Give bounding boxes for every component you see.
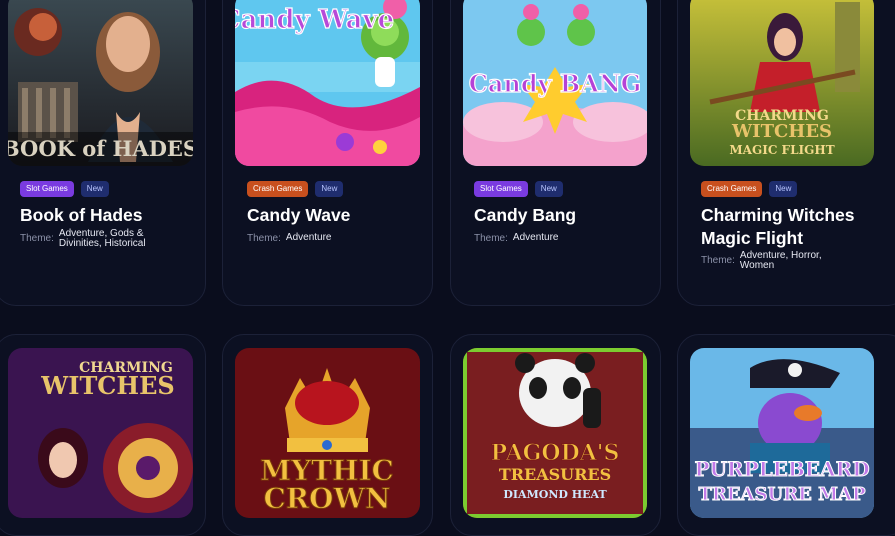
purplebeard-art: PURPLEBEARD TREASURE MAP — [690, 348, 874, 518]
new-badge: New — [534, 181, 563, 197]
game-thumbnail-mythic-crown[interactable]: MYTHIC CROWN — [235, 348, 420, 518]
theme-value: Adventure, Gods & Divinities, Historical — [58, 228, 146, 249]
card-tags: Slot Games New — [474, 181, 563, 197]
game-title[interactable]: Book of Hades — [20, 204, 200, 227]
game-thumbnail-charming-witches[interactable]: CHARMING WITCHES — [8, 348, 193, 518]
game-title[interactable]: Charming Witches Magic Flight — [701, 204, 881, 250]
svg-text:TREASURES: TREASURES — [499, 465, 611, 484]
card-tags: Crash Games New — [247, 181, 344, 197]
game-thumbnail-charming-witches-magic-flight[interactable]: CHARMING WITCHES MAGIC FLIGHT — [690, 0, 874, 166]
svg-text:CROWN: CROWN — [264, 482, 391, 515]
svg-text:TREASURE MAP: TREASURE MAP — [698, 484, 866, 505]
new-badge: New — [769, 181, 798, 197]
svg-text:Candy Wave: Candy Wave — [235, 5, 394, 35]
game-theme: Theme: Adventure, Horror, Women — [701, 250, 830, 271]
svg-text:Candy BANG: Candy BANG — [469, 69, 642, 98]
theme-label: Theme: — [247, 233, 281, 244]
theme-label: Theme: — [701, 255, 735, 266]
game-thumbnail-candy-wave[interactable]: Candy Wave — [235, 0, 420, 166]
candy-wave-art: Candy Wave — [235, 0, 420, 166]
game-theme: Theme: Adventure — [474, 229, 559, 244]
theme-label: Theme: — [474, 233, 508, 244]
book-of-hades-art: BOOK of HADES — [8, 0, 193, 166]
mythic-crown-art: MYTHIC CROWN — [235, 348, 420, 518]
game-title[interactable]: Candy Bang — [474, 204, 654, 227]
card-tags: Crash Games New — [701, 181, 798, 197]
category-tag[interactable]: Slot Games — [20, 181, 74, 197]
theme-value: Adventure — [285, 232, 332, 243]
svg-text:DIAMOND HEAT: DIAMOND HEAT — [503, 488, 607, 501]
game-thumbnail-candy-bang[interactable]: Candy BANG — [463, 0, 647, 166]
game-title[interactable]: Candy Wave — [247, 204, 427, 227]
svg-text:BOOK of HADES: BOOK of HADES — [8, 136, 193, 161]
svg-text:WITCHES: WITCHES — [731, 121, 832, 142]
category-tag[interactable]: Slot Games — [474, 181, 528, 197]
pagodas-treasures-art: PAGODA'S TREASURES DIAMOND HEAT — [463, 348, 647, 518]
theme-value: Adventure, Horror, Women — [739, 250, 822, 271]
game-thumbnail-pagodas-treasures[interactable]: PAGODA'S TREASURES DIAMOND HEAT — [463, 348, 647, 518]
game-theme: Theme: Adventure — [247, 229, 332, 244]
game-theme: Theme: Adventure, Gods & Divinities, His… — [20, 228, 159, 249]
card-tags: Slot Games New — [20, 181, 109, 197]
new-badge: New — [315, 181, 344, 197]
theme-value: Adventure — [512, 232, 559, 243]
candy-bang-art: Candy BANG — [463, 0, 647, 166]
svg-text:WITCHES: WITCHES — [40, 371, 174, 400]
svg-text:PURPLEBEARD: PURPLEBEARD — [694, 457, 869, 481]
svg-text:MAGIC FLIGHT: MAGIC FLIGHT — [729, 143, 834, 157]
category-tag[interactable]: Crash Games — [247, 181, 309, 197]
svg-text:PAGODA'S: PAGODA'S — [491, 440, 620, 466]
category-tag[interactable]: Crash Games — [701, 181, 763, 197]
game-thumbnail-purplebeard[interactable]: PURPLEBEARD TREASURE MAP — [690, 348, 874, 518]
theme-label: Theme: — [20, 233, 54, 244]
game-thumbnail-book-of-hades[interactable]: BOOK of HADES — [8, 0, 193, 166]
charming-witches-magic-flight-art: CHARMING WITCHES MAGIC FLIGHT — [690, 0, 874, 166]
new-badge: New — [80, 181, 109, 197]
charming-witches-art: CHARMING WITCHES — [8, 348, 193, 518]
